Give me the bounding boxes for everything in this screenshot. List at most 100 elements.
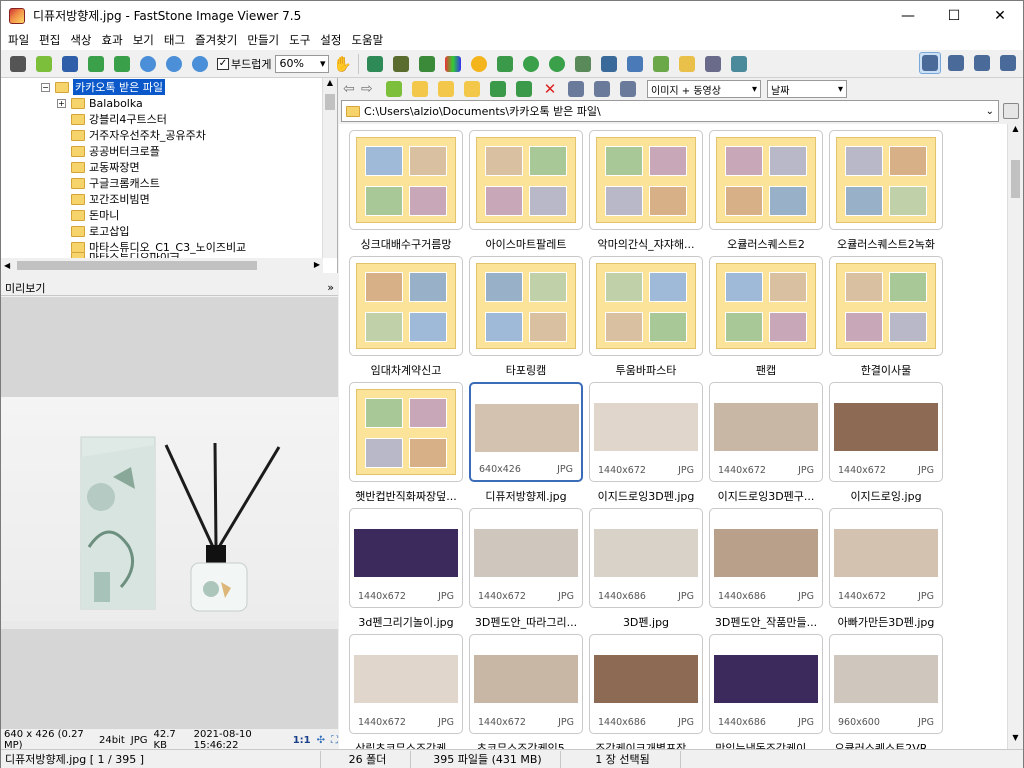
menu-edit[interactable]: 편집 bbox=[34, 32, 65, 48]
scroll-right-icon[interactable]: ▶ bbox=[314, 260, 320, 269]
image-thumbnail[interactable]: 1440x672 JPG bbox=[349, 634, 463, 734]
thumbnail-caption[interactable]: 3D펜도안_작품만들... bbox=[701, 614, 831, 630]
menu-effects[interactable]: 효과 bbox=[97, 32, 128, 48]
image-thumbnail[interactable]: 1440x672 JPG bbox=[829, 382, 943, 482]
tree-item[interactable]: + Balabolka bbox=[57, 95, 143, 111]
image-thumbnail[interactable]: 1440x672 JPG bbox=[349, 508, 463, 608]
image-thumbnail[interactable]: 1440x672 JPG bbox=[589, 382, 703, 482]
stamp-button[interactable] bbox=[494, 53, 516, 75]
thumbnail-caption[interactable]: 싱크대배수구거름망 bbox=[341, 236, 471, 252]
thumbnail-caption[interactable]: 맛있는냉동조각케이... bbox=[701, 740, 831, 749]
image-thumbnail[interactable]: 1440x672 JPG bbox=[469, 508, 583, 608]
up-folder-button[interactable] bbox=[383, 78, 405, 100]
sort-select[interactable]: 날짜 ▾ bbox=[767, 80, 847, 98]
color-adjust-button[interactable] bbox=[442, 53, 464, 75]
tree-item[interactable]: 공공버터크로플 bbox=[71, 143, 160, 159]
image-thumbnail[interactable]: 1440x686 JPG bbox=[589, 508, 703, 608]
expand-icon[interactable]: + bbox=[57, 98, 66, 108]
image-thumbnail[interactable]: 1440x686 JPG bbox=[589, 634, 703, 734]
move-to-button[interactable] bbox=[513, 78, 535, 100]
effects-button[interactable] bbox=[468, 53, 490, 75]
print-button[interactable] bbox=[702, 53, 724, 75]
folder-thumbnail[interactable] bbox=[589, 130, 703, 230]
tree-item[interactable]: 강블리4구트스터 bbox=[71, 111, 167, 127]
thumbnail-caption[interactable]: 투움바파스타 bbox=[581, 362, 711, 378]
tree-item[interactable]: 구글크롬캐스트 bbox=[71, 175, 160, 191]
thumbnail-caption[interactable]: 조각케이크개별포장... bbox=[581, 740, 711, 749]
thumbs-vertical-scrollbar[interactable]: ▲ ▼ bbox=[1007, 124, 1023, 749]
expand-icon[interactable]: ⛶ bbox=[331, 735, 338, 746]
folder-thumbnail[interactable] bbox=[469, 130, 583, 230]
scroll-down-icon[interactable]: ▼ bbox=[1008, 733, 1023, 749]
prev-image-button[interactable] bbox=[85, 53, 107, 75]
image-thumbnail[interactable]: 1440x672 JPG bbox=[709, 382, 823, 482]
tree-hscroll-thumb[interactable] bbox=[17, 261, 257, 270]
thumbnail-caption[interactable]: 팬캡 bbox=[701, 362, 831, 378]
fullscreen-button[interactable] bbox=[997, 52, 1019, 74]
folder-thumbnail[interactable] bbox=[349, 382, 463, 482]
smooth-checkbox[interactable]: ✓ 부드럽게 bbox=[217, 56, 271, 72]
open-folder-button[interactable] bbox=[33, 53, 55, 75]
tree-item[interactable]: 거주자우선주차_공유주차 bbox=[71, 127, 206, 143]
layout-browser-button[interactable] bbox=[919, 52, 941, 74]
folder-thumbnail[interactable] bbox=[349, 130, 463, 230]
thumbnail-caption[interactable]: 타포링캠 bbox=[461, 362, 591, 378]
image-thumbnail[interactable]: 1440x686 JPG bbox=[709, 634, 823, 734]
menu-file[interactable]: 파일 bbox=[3, 32, 34, 48]
tree-horizontal-scrollbar[interactable]: ◀ ▶ bbox=[1, 258, 323, 273]
folder-thumbnail[interactable] bbox=[469, 256, 583, 356]
zoom-out-button[interactable] bbox=[163, 53, 185, 75]
email-button[interactable] bbox=[676, 53, 698, 75]
thumbnail-caption[interactable]: 3D펜도안_따라그리... bbox=[461, 614, 591, 630]
tree-vertical-scrollbar[interactable]: ▲ bbox=[322, 78, 337, 258]
folder-thumbnail[interactable] bbox=[709, 256, 823, 356]
hand-tool-button[interactable]: ✋ bbox=[331, 53, 353, 75]
details-view-button[interactable] bbox=[617, 78, 639, 100]
thumbnail-caption[interactable]: 이지드로잉3D펜.jpg bbox=[581, 488, 711, 504]
rotate-right-button[interactable] bbox=[546, 53, 568, 75]
menu-settings[interactable]: 설정 bbox=[315, 32, 346, 48]
thumbnail-caption[interactable]: 아이스마트팔레트 bbox=[461, 236, 591, 252]
image-thumbnail[interactable]: 1440x686 JPG bbox=[709, 508, 823, 608]
menu-create[interactable]: 만들기 bbox=[242, 32, 284, 48]
canvas-button[interactable] bbox=[416, 53, 438, 75]
thumbnail-caption[interactable]: 임대차계약신고 bbox=[341, 362, 471, 378]
draw-button[interactable] bbox=[624, 53, 646, 75]
scroll-up-icon[interactable]: ▲ bbox=[1008, 124, 1023, 140]
fit-icon[interactable]: ✣ bbox=[317, 735, 325, 746]
tree-scroll-up-icon[interactable]: ▲ bbox=[323, 78, 337, 92]
layout-preview-button[interactable] bbox=[945, 52, 967, 74]
folder-thumbnail[interactable] bbox=[829, 256, 943, 356]
menu-tools[interactable]: 도구 bbox=[284, 32, 315, 48]
thumb-view-button[interactable] bbox=[565, 78, 587, 100]
thumbnail-caption[interactable]: 삼립초코무스조각케... bbox=[341, 740, 471, 749]
folder-b-button[interactable] bbox=[435, 78, 457, 100]
close-button[interactable]: ✕ bbox=[977, 1, 1023, 30]
thumbnail-caption[interactable]: 한결이사물 bbox=[821, 362, 951, 378]
thumbnail-caption[interactable]: 3D펜.jpg bbox=[581, 614, 711, 630]
tree-item[interactable]: 로고삽입 bbox=[71, 223, 129, 239]
thumbnail-caption[interactable]: 이지드로잉.jpg bbox=[821, 488, 951, 504]
collapse-icon[interactable]: − bbox=[41, 82, 50, 92]
tree-scroll-thumb[interactable] bbox=[325, 94, 335, 110]
folder-thumbnail[interactable] bbox=[829, 130, 943, 230]
camera-button[interactable] bbox=[7, 53, 29, 75]
menu-view[interactable]: 보기 bbox=[128, 32, 159, 48]
minimize-button[interactable]: — bbox=[885, 1, 931, 30]
layout-single-button[interactable] bbox=[971, 52, 993, 74]
smooth-checkbox-box[interactable]: ✓ bbox=[217, 57, 229, 70]
thumbnail-caption[interactable]: 초코무스조각케익5... bbox=[461, 740, 591, 749]
scroll-left-icon[interactable]: ◀ bbox=[1, 261, 10, 270]
thumbnail-caption[interactable]: 이지드로잉3D펜구... bbox=[701, 488, 831, 504]
thumbnail-caption[interactable]: 오큘러스퀘스트2VR... bbox=[821, 740, 951, 749]
menu-help[interactable]: 도움말 bbox=[346, 32, 388, 48]
thumbnail-caption[interactable]: 악마의간식_쟈쟈해... bbox=[581, 236, 711, 252]
folder-c-button[interactable] bbox=[461, 78, 483, 100]
copy-to-button[interactable] bbox=[487, 78, 509, 100]
resize-button[interactable] bbox=[364, 53, 386, 75]
image-thumbnail[interactable]: 1440x672 JPG bbox=[829, 508, 943, 608]
thumbs-scroll-thumb[interactable] bbox=[1011, 160, 1020, 198]
folder-thumbnail[interactable] bbox=[349, 256, 463, 356]
thumbnail-caption[interactable]: 오큘러스퀘스트2 bbox=[701, 236, 831, 252]
image-thumbnail[interactable]: 640x426 JPG bbox=[469, 382, 583, 482]
